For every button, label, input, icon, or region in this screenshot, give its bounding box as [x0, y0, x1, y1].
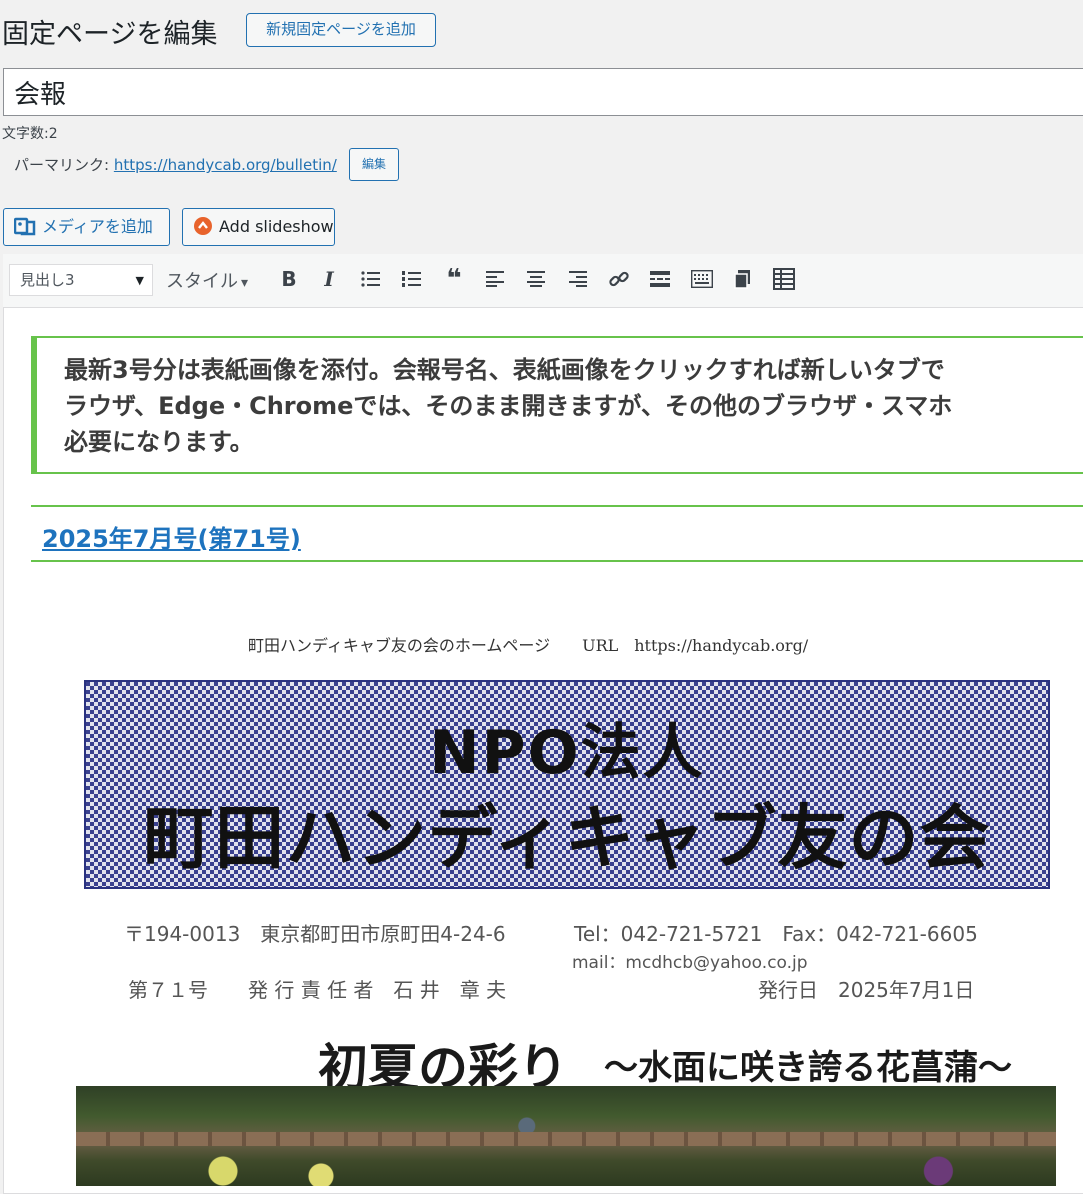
numbered-list-icon [402, 271, 421, 287]
permalink-label: パーマリンク: [14, 156, 110, 174]
bullet-list-icon [361, 271, 380, 287]
media-icon [13, 217, 36, 236]
masthead-line-2: 町田ハンディキャブ友の会 [143, 797, 991, 879]
divider [31, 560, 1083, 562]
chevron-down-icon: ▼ [135, 274, 144, 287]
bullet-list-button[interactable] [358, 266, 384, 292]
add-media-button[interactable]: メディアを追加 [3, 208, 170, 246]
issue-link[interactable]: 2025年7月号(第71号) [42, 519, 301, 554]
add-new-page-button[interactable]: 新規固定ページを追加 [246, 13, 436, 47]
keyboard-icon [691, 270, 713, 288]
link-icon [609, 271, 629, 287]
read-more-icon [650, 271, 670, 287]
cover-image[interactable]: 町田ハンディキャブ友の会のホームページ URL https://handycab… [56, 600, 1076, 1186]
cover-mail: mail：mcdhcb@yahoo.co.jp [572, 953, 808, 973]
cover-issue-number: 第７１号 発 行 責 任 者 石 井 章 夫 [128, 978, 507, 1002]
notice-block: 最新3号分は表紙画像を添付。会報号名、表紙画像をクリックすれば新しいタブで ラウ… [31, 336, 1083, 474]
masthead-line-1: NPO法人 [429, 718, 705, 788]
link-button[interactable] [606, 266, 632, 292]
align-left-icon [486, 271, 504, 287]
add-media-label: メディアを追加 [42, 217, 153, 236]
align-right-icon [569, 271, 587, 287]
format-select-value: 見出し3 [20, 271, 75, 289]
table-button[interactable] [771, 266, 797, 292]
align-center-button[interactable] [523, 266, 549, 292]
read-more-button[interactable] [647, 266, 673, 292]
cover-photo [76, 1086, 1056, 1186]
add-slideshow-button[interactable]: Add slideshow [182, 208, 335, 246]
styles-label: スタイル [166, 271, 238, 292]
add-slideshow-label: Add slideshow [219, 217, 334, 236]
align-right-button[interactable] [565, 266, 591, 292]
toolbar-toggle-button[interactable] [689, 266, 715, 292]
permalink-edit-button[interactable]: 編集 [349, 148, 399, 181]
bold-icon: B [281, 267, 297, 291]
blockquote-icon: ❝ [446, 264, 462, 294]
align-left-button[interactable] [482, 266, 508, 292]
divider [31, 505, 1083, 507]
permalink-row: パーマリンク: https://handycab.org/bulletin/ [14, 154, 337, 175]
post-title-input[interactable] [3, 68, 1083, 116]
copy-icon [734, 270, 750, 289]
photo-bridge [76, 1132, 1056, 1146]
cover-tel-fax: Tel：042-721-5721 Fax：042-721-6605 [574, 922, 978, 946]
copy-button[interactable] [730, 266, 756, 292]
cover-address: 〒194-0013 東京都町田市原町田4-24-6 [124, 922, 506, 946]
italic-icon: I [324, 267, 334, 291]
align-center-icon [527, 271, 545, 287]
styles-dropdown[interactable]: スタイル ▾ [166, 267, 248, 293]
cover-issue-date: 発行日 2025年7月1日 [758, 978, 975, 1002]
cover-masthead: NPO法人 町田ハンディキャブ友の会 [84, 680, 1050, 889]
format-select[interactable]: 見出し3 ▼ [9, 264, 153, 296]
permalink-link[interactable]: https://handycab.org/bulletin/ [114, 156, 337, 174]
slideshow-icon [194, 217, 212, 235]
numbered-list-button[interactable] [399, 266, 425, 292]
table-icon [773, 268, 795, 290]
cover-feature-subtitle: ～水面に咲き誇る花菖蒲～ [604, 1048, 1012, 1088]
page-title: 固定ページを編集 [2, 19, 218, 50]
character-count: 文字数:2 [2, 126, 58, 142]
italic-button[interactable]: I [316, 266, 342, 292]
bold-button[interactable]: B [276, 266, 302, 292]
cover-header-line: 町田ハンディキャブ友の会のホームページ URL https://handycab… [248, 636, 809, 655]
chevron-down-icon: ▾ [241, 275, 249, 291]
blockquote-button[interactable]: ❝ [441, 266, 467, 292]
